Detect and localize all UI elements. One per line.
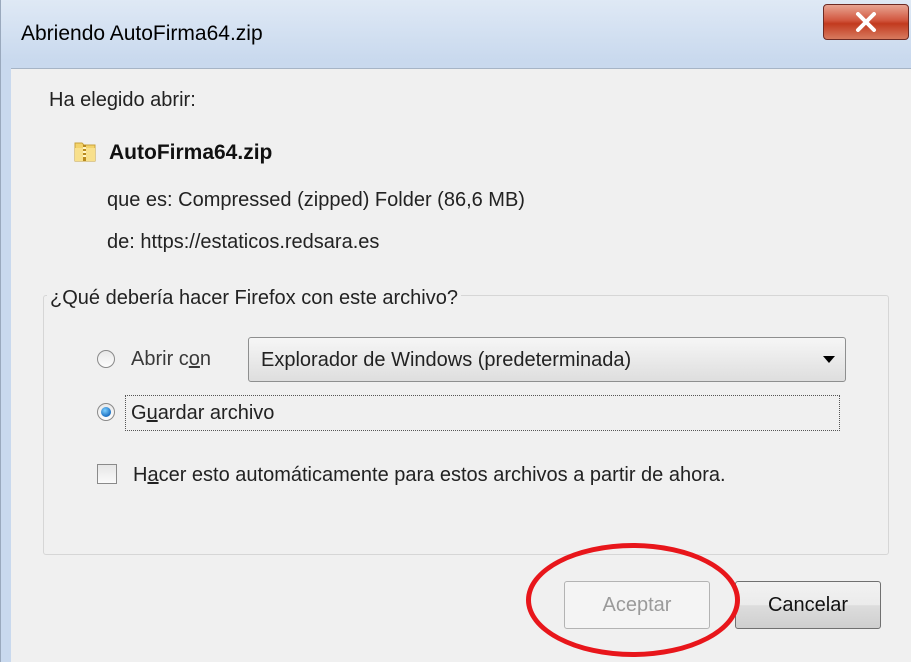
auto-action-label[interactable]: Hacer esto automáticamente para estos ar… (133, 464, 726, 487)
chevron-down-icon (823, 356, 835, 363)
close-icon (856, 12, 876, 32)
dialog-window: Abriendo AutoFirma64.zip Ha elegido abri… (0, 0, 911, 662)
open-with-radio[interactable] (97, 350, 115, 368)
action-group-legend: ¿Qué debería hacer Firefox con este arch… (47, 287, 461, 310)
save-file-label[interactable]: Guardar archivo (131, 402, 274, 425)
source-label: de: (107, 231, 135, 253)
source-line: de: https://estaticos.redsara.es (107, 231, 379, 254)
file-type-line: que es: Compressed (zipped) Folder (86,6… (107, 189, 525, 211)
dialog-body: Ha elegido abrir: AutoFirma64.zip que es… (11, 68, 911, 662)
close-button[interactable] (823, 4, 909, 40)
source-url: https://estaticos.redsara.es (140, 231, 380, 253)
open-with-label[interactable]: Abrir con (131, 348, 211, 371)
open-with-selected-value: Explorador de Windows (predeterminada) (261, 349, 632, 371)
cancel-button[interactable]: Cancelar (735, 581, 881, 629)
window-title: Abriendo AutoFirma64.zip (21, 22, 263, 45)
chosen-label: Ha elegido abrir: (49, 89, 196, 111)
open-with-select[interactable]: Explorador de Windows (predeterminada) (248, 337, 846, 382)
save-file-radio[interactable] (97, 403, 115, 421)
zip-folder-icon (74, 142, 96, 162)
title-bar[interactable]: Abriendo AutoFirma64.zip (1, 0, 911, 68)
filename: AutoFirma64.zip (109, 141, 273, 164)
auto-action-checkbox[interactable] (97, 464, 117, 484)
annotation-circle (526, 543, 740, 657)
